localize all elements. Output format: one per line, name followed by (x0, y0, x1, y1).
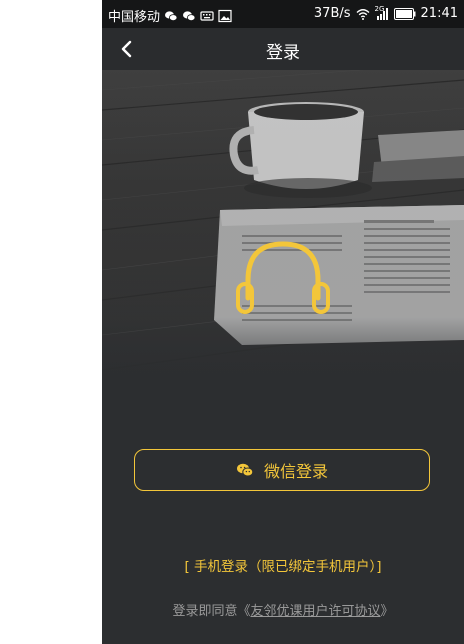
network-speed: 37B/s (313, 6, 351, 21)
network-type: 2G (374, 4, 385, 13)
clock: 21:41 (420, 6, 458, 21)
hero-photo-illustration (102, 70, 464, 400)
status-left: 中国移动 (108, 6, 232, 25)
agreement-prefix: 登录即同意《 (172, 604, 251, 619)
phone-screen: 中国移动 37B/s 2G 21:41 登录 微信登录 [手机登录（限已绑定手… (102, 0, 464, 644)
carrier-label: 中国移动 (108, 10, 161, 25)
phone-login-link[interactable]: [ 手机登录（限已绑定手机用户）] (102, 555, 464, 575)
status-bar: 中国移动 37B/s 2G 21:41 (102, 0, 464, 28)
agreement-text: 登录即同意《友邻优课用户许可协议》 (102, 600, 464, 619)
hero-image (102, 70, 464, 400)
signal-group: 2G (374, 4, 389, 21)
wechat-notification-icon-2 (183, 10, 196, 21)
headphones-icon (236, 241, 330, 314)
wifi-icon (356, 8, 370, 20)
nav-bar: 登录 (102, 28, 464, 70)
license-agreement-link[interactable]: 友邻优课用户许可协议 (250, 604, 380, 619)
status-right: 37B/s 2G 21:41 (313, 4, 458, 22)
wechat-login-button[interactable]: 微信登录 (134, 449, 430, 491)
image-icon (218, 9, 232, 22)
wechat-login-label: 微信登录 (263, 462, 328, 481)
wechat-notification-icon (165, 10, 178, 21)
wechat-icon (236, 463, 254, 477)
agreement-suffix: 》 (380, 604, 394, 619)
page-title: 登录 (266, 43, 300, 63)
keyboard-icon (200, 10, 214, 21)
battery-icon (393, 7, 416, 20)
